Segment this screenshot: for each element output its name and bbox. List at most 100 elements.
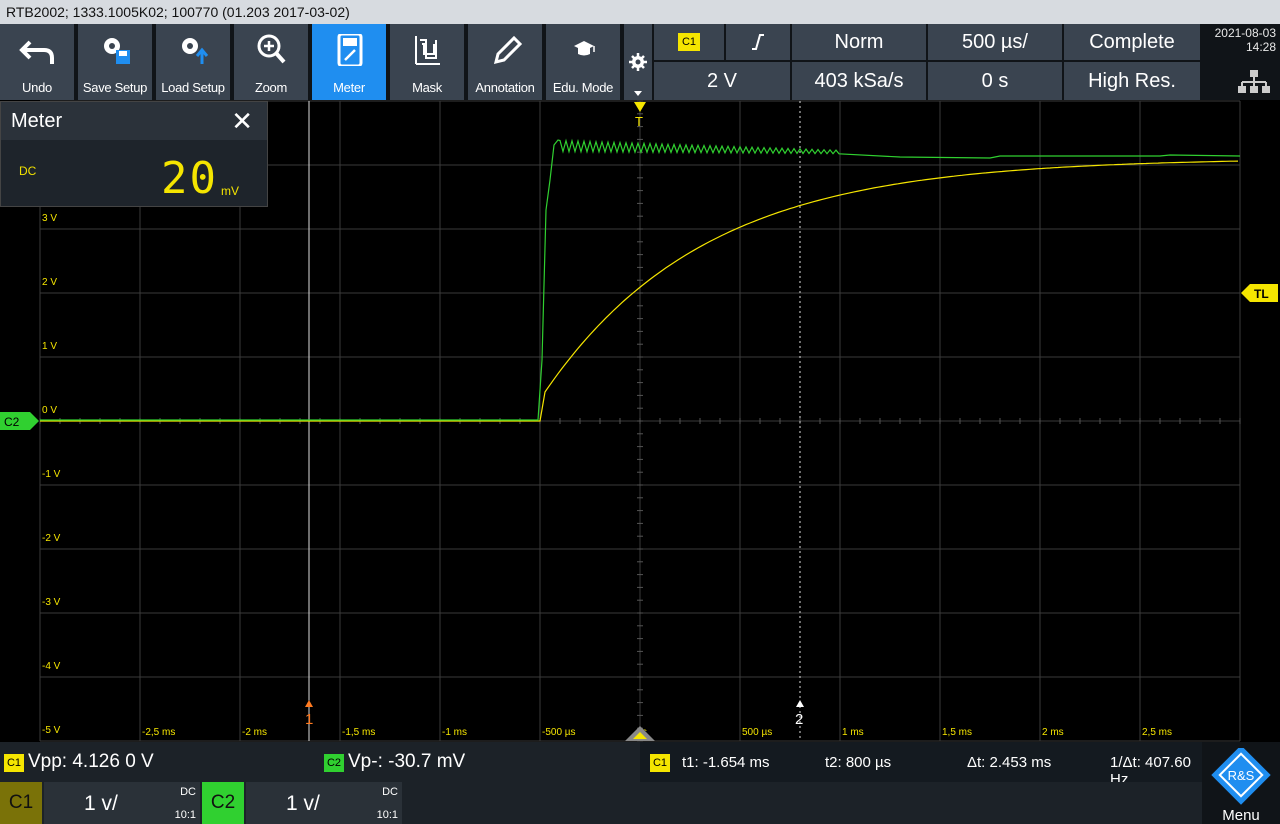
mask-label: Mask <box>412 80 442 95</box>
y-axis-label: 2 V <box>42 277 57 288</box>
vertical-scale[interactable]: 2 V <box>654 62 790 100</box>
horizontal-offset[interactable]: 0 s <box>928 62 1062 100</box>
save-setup-label: Save Setup <box>82 80 148 95</box>
toolbar: Undo Save Setup Load Setup Zoom Meter Ma… <box>0 24 1280 100</box>
cursor-readout[interactable]: C1 t1: -1.654 ms t2: 800 µs Δt: 2.453 ms… <box>640 742 1202 788</box>
x-axis-label: 2 ms <box>1042 727 1064 738</box>
undo-label: Undo <box>22 80 52 95</box>
menu-label: Menu <box>1222 807 1260 824</box>
trigger-level-label: TL <box>1254 287 1269 301</box>
annotation-button[interactable]: Annotation <box>468 24 544 100</box>
c1-probe: 10:1 <box>174 809 196 821</box>
c1-settings[interactable]: 1 v/ DC 10:1 <box>44 782 200 824</box>
save-setup-icon <box>104 38 130 64</box>
y-axis-label: -3 V <box>42 597 61 608</box>
sample-rate[interactable]: 403 kSa/s <box>792 62 926 100</box>
y-axis-label: -5 V <box>42 725 61 736</box>
meter-label: Meter <box>333 80 365 95</box>
load-setup-icon <box>182 38 209 64</box>
c1-measurement[interactable]: Vpp: 4.126 0 V <box>28 751 154 773</box>
mask-button[interactable]: Mask <box>390 24 466 100</box>
cursor-2-label: 2 <box>795 711 803 728</box>
meter-title: Meter <box>1 102 267 140</box>
c2-coupling: DC <box>382 786 398 798</box>
c2-scale: 1 v/ <box>286 792 320 815</box>
x-axis-label: 2,5 ms <box>1142 727 1172 738</box>
gear-icon <box>629 53 647 96</box>
meter-button[interactable]: Meter <box>312 24 388 100</box>
x-axis-label: -2,5 ms <box>142 727 175 738</box>
trigger-slope[interactable] <box>726 24 790 60</box>
time: 14:28 <box>1245 40 1276 54</box>
annotation-label: Annotation <box>475 80 535 95</box>
time-scale[interactable]: 500 µs/ <box>928 24 1062 60</box>
edu-mode-label: Edu. Mode <box>552 80 614 95</box>
c2-name: C2 <box>210 792 236 813</box>
c2-probe: 10:1 <box>376 809 398 821</box>
c2-measurement[interactable]: Vp-: -30.7 mV <box>348 751 465 773</box>
x-axis-label: 500 µs <box>742 727 772 738</box>
cursor-t2: t2: 800 µs <box>825 754 892 771</box>
channel-ground-label: C2 <box>4 415 20 429</box>
cursor-1-marker <box>305 700 313 707</box>
y-axis-label: 1 V <box>42 341 57 352</box>
trigger-mode[interactable]: Norm <box>792 24 926 60</box>
zoom-label: Zoom <box>254 80 288 95</box>
c2-settings[interactable]: 1 v/ DC 10:1 <box>246 782 402 824</box>
mask-icon <box>415 36 440 65</box>
trigger-marker <box>634 102 646 112</box>
date: 2021-08-03 <box>1214 26 1276 40</box>
edu-mode-button[interactable]: Edu. Mode <box>546 24 622 100</box>
pencil-icon <box>493 35 523 65</box>
x-axis-label: 1,5 ms <box>942 727 972 738</box>
trigger-label: T <box>635 114 643 129</box>
load-setup-label: Load Setup <box>161 80 225 95</box>
meter-value: 20 <box>161 153 218 204</box>
cursor-t1: t1: -1.654 ms <box>682 754 770 771</box>
load-setup-button[interactable]: Load Setup <box>156 24 232 100</box>
x-axis-label: 1 ms <box>842 727 864 738</box>
y-axis-label: -4 V <box>42 661 61 672</box>
title-bar: RTB2002; 1333.1005K02; 100770 (01.203 20… <box>0 0 1280 24</box>
meter-icon <box>337 34 363 66</box>
c1-meas-badge: C1 <box>4 754 24 772</box>
c2-tab[interactable]: C2 <box>202 782 244 824</box>
channel-badge: C1 <box>678 33 700 51</box>
graduation-cap-icon <box>574 41 595 56</box>
meter-mode: DC <box>19 164 37 178</box>
x-axis-label: -1 ms <box>442 727 467 738</box>
cursor-2-marker <box>796 700 804 707</box>
acquisition-mode[interactable]: High Res. <box>1064 62 1200 100</box>
menu-button[interactable]: R&S Menu <box>1202 742 1280 824</box>
y-axis-label: 0 V <box>42 405 57 416</box>
rising-edge-icon <box>752 34 764 50</box>
rs-logo: R&S <box>1211 748 1271 805</box>
settings-button[interactable] <box>624 24 652 100</box>
meter-unit: mV <box>221 184 239 198</box>
x-axis-label: -1,5 ms <box>342 727 375 738</box>
zoom-icon <box>257 34 286 64</box>
close-icon[interactable]: ✕ <box>231 106 253 136</box>
c1-scale: 1 v/ <box>84 792 118 815</box>
channel-select[interactable]: C1 <box>654 24 724 60</box>
brand-text: R&S <box>1228 768 1255 783</box>
zoom-button[interactable]: Zoom <box>234 24 310 100</box>
acquisition-state[interactable]: Complete <box>1064 24 1200 60</box>
cursor-delta: Δt: 2.453 ms <box>967 754 1052 771</box>
c2-meas-badge: C2 <box>324 754 344 772</box>
c1-name: C1 <box>8 792 34 813</box>
x-axis-label: -2 ms <box>242 727 267 738</box>
save-setup-button[interactable]: Save Setup <box>78 24 154 100</box>
y-axis-label: -2 V <box>42 533 61 544</box>
y-axis-label: 3 V <box>42 213 57 224</box>
meter-panel: Meter ✕ DC 20 mV <box>0 101 268 207</box>
undo-button[interactable]: Undo <box>0 24 76 100</box>
network-icon <box>1238 70 1270 93</box>
date-time: 2021-08-03 14:28 <box>1202 24 1280 100</box>
undo-icon <box>19 40 54 64</box>
c1-tab[interactable]: C1 <box>0 782 42 824</box>
x-axis-label: -500 µs <box>542 727 576 738</box>
cursor-1-label: 1 <box>305 711 313 728</box>
channel-bar: C1 1 v/ DC 10:1 C2 1 v/ DC 10:1 <box>0 782 1280 824</box>
cursor-badge: C1 <box>650 754 670 772</box>
